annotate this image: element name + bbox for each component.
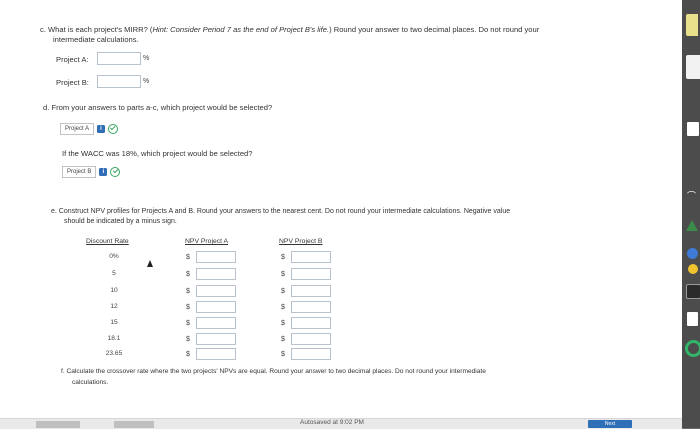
dollar-sign: $ <box>186 351 190 358</box>
dollar-sign: $ <box>186 320 190 327</box>
app-icon-yellow[interactable] <box>688 264 698 274</box>
autosaved-status: Autosaved at 9:02 PM <box>300 419 364 426</box>
npv-b-input[interactable] <box>291 317 331 329</box>
discount-rate-cell: 23.65 <box>105 350 123 357</box>
discount-rate-cell: 18.1 <box>107 335 121 342</box>
npv-a-input[interactable] <box>196 251 236 263</box>
dollar-sign: $ <box>186 336 190 343</box>
dollar-sign: $ <box>281 320 285 327</box>
discount-rate-cell: 10 <box>110 287 118 294</box>
project-a-label: Project A: <box>56 55 89 64</box>
question-e-line2: should be indicated by a minus sign. <box>64 218 177 225</box>
npv-a-input[interactable] <box>196 285 236 297</box>
hint-label: Hint: <box>152 25 169 34</box>
npv-b-input[interactable] <box>291 285 331 297</box>
npv-a-input[interactable] <box>196 301 236 313</box>
npv-b-input[interactable] <box>291 301 331 313</box>
col-header-npv-b: NPV Project B <box>279 238 323 245</box>
answer-d1: Project A i <box>60 122 119 135</box>
npv-b-input[interactable] <box>291 348 331 360</box>
question-c-line2: intermediate calculations. <box>53 35 139 44</box>
discount-rate-cell: 12 <box>110 303 118 310</box>
npv-a-input[interactable] <box>196 333 236 345</box>
dollar-sign: $ <box>186 288 190 295</box>
page-tab[interactable] <box>114 421 154 428</box>
dollar-sign: $ <box>186 304 190 311</box>
question-d-text: d. From your answers to parts a-c, which… <box>43 103 273 112</box>
npv-a-input[interactable] <box>196 317 236 329</box>
dollar-sign: $ <box>281 254 285 261</box>
percent-sign: % <box>143 78 150 85</box>
dollar-sign: $ <box>281 336 285 343</box>
question-page: c. What is each project's MIRR? (Hint: C… <box>0 0 682 429</box>
answer-d2-value[interactable]: Project B <box>62 165 97 178</box>
file-icon[interactable] <box>687 122 699 136</box>
dollar-sign: $ <box>281 288 285 295</box>
sticky-note-icon[interactable] <box>686 14 698 36</box>
project-a-mirr-input[interactable] <box>97 52 141 65</box>
ai-app-icon[interactable] <box>686 284 700 299</box>
wifi-icon[interactable]: ⌒ <box>687 189 699 201</box>
npv-b-input[interactable] <box>291 268 331 280</box>
col-header-discount-rate: Discount Rate <box>86 238 129 245</box>
check-circle-icon <box>108 123 119 134</box>
info-icon[interactable]: i <box>99 167 108 176</box>
percent-sign: % <box>143 55 150 62</box>
npv-a-input[interactable] <box>196 268 236 280</box>
discount-rate-cell: 0% <box>109 253 119 260</box>
dollar-sign: $ <box>281 351 285 358</box>
document-icon[interactable] <box>687 312 698 326</box>
dollar-sign: $ <box>186 254 190 261</box>
answer-d2: Project B i <box>62 165 121 178</box>
question-c-prefix: c. What is each project's MIRR? ( <box>40 25 153 34</box>
prev-button[interactable] <box>36 421 80 428</box>
npv-b-input[interactable] <box>291 251 331 263</box>
npv-b-input[interactable] <box>291 333 331 345</box>
chrome-icon[interactable] <box>687 248 698 259</box>
question-f-line1: f. Calculate the crossover rate where th… <box>61 368 486 375</box>
col-header-npv-a: NPV Project A <box>185 238 229 245</box>
check-circle-icon <box>110 166 121 177</box>
dollar-sign: $ <box>281 271 285 278</box>
npv-a-input[interactable] <box>196 348 236 360</box>
question-f-line2: calculations. <box>72 379 109 386</box>
wacc-question-text: If the WACC was 18%, which project would… <box>62 149 253 158</box>
discount-rate-cell: 5 <box>112 270 116 277</box>
answer-d1-value[interactable]: Project A <box>60 122 95 135</box>
app-tile-icon[interactable] <box>686 55 700 79</box>
dollar-sign: $ <box>281 304 285 311</box>
discount-rate-cell: 15 <box>110 319 118 326</box>
project-b-label: Project B: <box>56 78 89 87</box>
hint-text: Consider Period 7 as the end of Project … <box>168 25 330 34</box>
question-c-suffix: ) Round your answer to two decimal place… <box>329 25 540 34</box>
project-b-mirr-input[interactable] <box>97 75 141 88</box>
next-button[interactable]: Next <box>588 420 632 428</box>
dollar-sign: $ <box>186 271 190 278</box>
drive-icon[interactable] <box>686 220 698 231</box>
mouse-cursor-icon <box>147 260 153 267</box>
circle-app-icon[interactable] <box>685 340 700 357</box>
info-icon[interactable]: i <box>97 124 106 133</box>
side-taskbar: ⌒ <box>682 0 700 428</box>
